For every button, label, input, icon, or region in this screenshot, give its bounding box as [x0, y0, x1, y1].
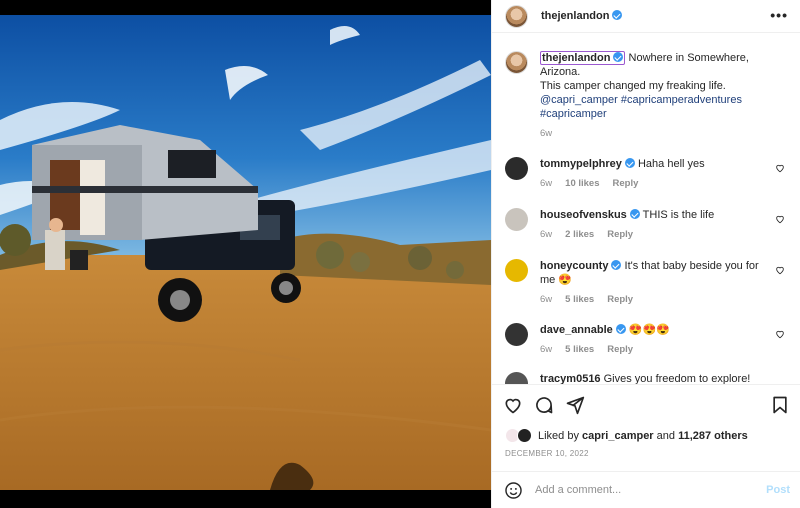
caption-time: 6w: [540, 128, 553, 139]
comment-username[interactable]: houseofvenskus: [540, 209, 640, 221]
reply-button[interactable]: Reply: [607, 229, 633, 240]
comment-likes[interactable]: 5 likes: [565, 344, 594, 355]
post-side-panel: thejenlandon ••• thejenlandon Nowhere in…: [491, 0, 800, 508]
liker-avatar: [517, 428, 532, 443]
comment-item: tommypelphrey Haha hell yes 6w 10 likes Re…: [505, 157, 795, 191]
comment-avatar[interactable]: [505, 208, 528, 231]
caption-tag[interactable]: #capricamperadventures: [621, 94, 742, 106]
comment-item: tracym0516 Gives you freedom to explore!: [505, 372, 795, 384]
comments-list[interactable]: thejenlandon Nowhere in Somewhere, Arizo…: [492, 34, 800, 384]
comment-text: Haha hell yes: [637, 158, 705, 170]
comment-username[interactable]: tommypelphrey: [540, 158, 635, 170]
post-button[interactable]: Post: [766, 484, 790, 496]
heart-icon[interactable]: [775, 214, 785, 224]
comment-item: houseofvenskus THIS is the life 6w 2 like…: [505, 208, 795, 242]
likes-summary[interactable]: Liked by capri_camper and 11,287 others: [505, 428, 748, 444]
author-username[interactable]: thejenlandon: [541, 10, 623, 22]
verified-icon: [615, 324, 626, 334]
comment-username[interactable]: tracym0516: [540, 373, 601, 384]
action-bar: Liked by capri_camper and 11,287 others …: [492, 384, 800, 470]
heart-icon[interactable]: [775, 329, 785, 339]
verified-icon: [629, 209, 640, 219]
comment-username[interactable]: honeycounty: [540, 260, 622, 272]
comment-avatar[interactable]: [505, 323, 528, 346]
verified-icon: [624, 158, 635, 168]
likes-user[interactable]: capri_camper: [582, 430, 654, 442]
reply-button[interactable]: Reply: [607, 294, 633, 305]
likes-count[interactable]: 11,287 others: [678, 430, 748, 442]
author-avatar[interactable]: [505, 4, 528, 28]
likes-prefix: Liked by: [538, 430, 579, 442]
bookmark-icon[interactable]: [770, 395, 790, 415]
comment-text: Gives you freedom to explore!: [603, 373, 751, 384]
comment-item: honeycounty It's that baby beside you fo…: [505, 259, 795, 307]
caption-tag[interactable]: @capri_camper: [540, 94, 618, 106]
caption-text-3: This camper changed my freaking life.: [540, 80, 726, 92]
comment-likes[interactable]: 5 likes: [565, 294, 594, 305]
likes-and: and: [656, 430, 676, 442]
comment-avatar[interactable]: [505, 372, 528, 384]
caption-avatar[interactable]: [505, 51, 528, 74]
comment-time: 6w: [540, 294, 553, 305]
caption-username[interactable]: thejenlandon: [540, 51, 626, 65]
heart-icon[interactable]: [503, 395, 523, 415]
comment-username[interactable]: dave_annable: [540, 324, 626, 336]
post-date: DECEMBER 10, 2022: [505, 449, 589, 458]
more-icon[interactable]: •••: [770, 8, 788, 22]
comment-input[interactable]: [535, 484, 745, 496]
verified-icon: [613, 52, 624, 62]
comment-text: THIS is the life: [642, 209, 715, 221]
liker-avatars: [505, 428, 535, 444]
photo-scene: [0, 0, 491, 508]
comment-text: 😍😍😍: [628, 324, 670, 336]
caption-text-2: Arizona.: [540, 66, 581, 78]
emoji-icon[interactable]: [504, 481, 523, 500]
caption-tag[interactable]: #capricamper: [540, 108, 607, 120]
add-comment-bar: Post: [492, 471, 800, 508]
verified-icon: [612, 10, 623, 20]
caption: thejenlandon Nowhere in Somewhere, Arizo…: [505, 51, 795, 141]
post-photo[interactable]: [0, 0, 491, 508]
comment-icon[interactable]: [534, 395, 554, 415]
reply-button[interactable]: Reply: [613, 178, 639, 189]
comment-avatar[interactable]: [505, 157, 528, 180]
comment-time: 6w: [540, 229, 553, 240]
post-header: thejenlandon •••: [492, 0, 800, 33]
comment-item: dave_annable 😍😍😍 6w 5 likes Reply: [505, 323, 795, 357]
comment-time: 6w: [540, 344, 553, 355]
comment-avatar[interactable]: [505, 259, 528, 282]
reply-button[interactable]: Reply: [607, 344, 633, 355]
comment-likes[interactable]: 10 likes: [565, 178, 599, 189]
caption-text-1: Nowhere in Somewhere,: [628, 52, 749, 64]
comment-likes[interactable]: 2 likes: [565, 229, 594, 240]
heart-icon[interactable]: [775, 163, 785, 173]
heart-icon[interactable]: [775, 265, 785, 275]
verified-icon: [611, 260, 622, 270]
share-icon[interactable]: [565, 395, 585, 415]
comment-time: 6w: [540, 178, 553, 189]
